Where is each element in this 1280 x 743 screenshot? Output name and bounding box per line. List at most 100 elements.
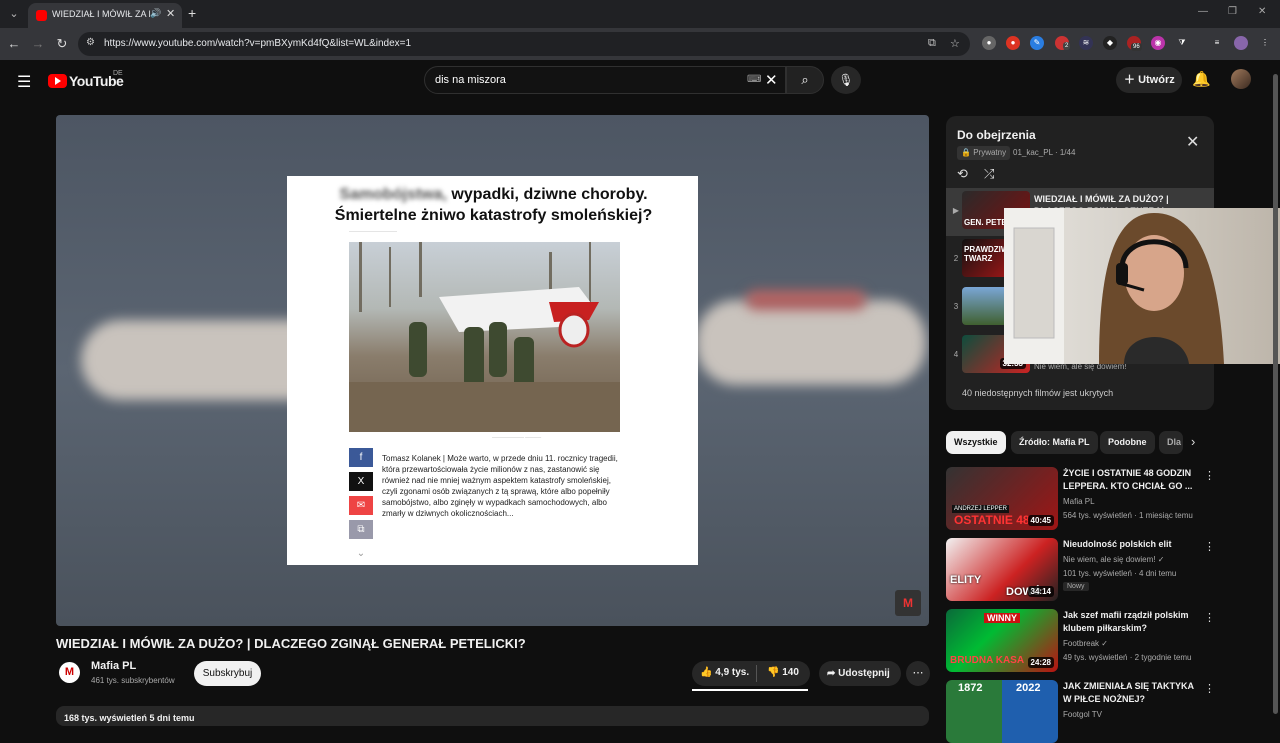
extensions-puzzle-icon[interactable]: ⧩ xyxy=(1175,36,1189,50)
extension-1-icon[interactable]: ● xyxy=(982,36,996,50)
recommendation-thumbnail: ELITY DOWÓ 34:14 xyxy=(946,538,1058,601)
recommendation-channel[interactable]: Footgol TV xyxy=(1063,710,1102,719)
duration: 40:45 xyxy=(1027,515,1054,526)
description-box[interactable]: 168 tys. wyświetleń 5 dni temu xyxy=(56,706,929,726)
channel-avatar[interactable]: M xyxy=(59,662,80,683)
lock-icon: 🔒 xyxy=(961,148,971,157)
extension-8-icon[interactable]: ◉ xyxy=(1151,36,1165,50)
chevron-right-icon[interactable]: › xyxy=(1191,434,1195,449)
new-badge: Nowy xyxy=(1063,582,1089,591)
voice-search-button[interactable]: 🎙 xyxy=(831,66,861,94)
crash-scene-image xyxy=(349,242,620,432)
search-input[interactable]: dis na miszora ⌨ ✕ xyxy=(424,66,786,94)
bookmark-star-icon[interactable]: ☆ xyxy=(950,37,960,50)
minimize-icon[interactable]: — xyxy=(1198,6,1208,17)
recommendation-item[interactable]: ANDRZEJ LEPPER OSTATNIE 48 40:45 ŻYCIE I… xyxy=(946,467,1215,533)
browser-menu-icon[interactable]: ⋮ xyxy=(1258,36,1272,50)
x-share-icon[interactable]: X xyxy=(349,472,373,491)
extension-3-icon[interactable]: ✎ xyxy=(1030,36,1044,50)
youtube-play-icon xyxy=(48,73,67,88)
dislike-button[interactable]: 👎 140 xyxy=(767,667,799,678)
address-bar[interactable]: ⚙ https://www.youtube.com/watch?v=pmBXym… xyxy=(78,32,970,56)
playlist-close-icon[interactable]: ✕ xyxy=(1186,132,1199,152)
chip-related[interactable]: Podobne xyxy=(1100,431,1155,454)
channel-watermark[interactable]: M xyxy=(895,590,921,616)
recommendation-channel[interactable]: Nie wiem, ale się dowiem! ✓ xyxy=(1063,555,1164,564)
recommendation-item[interactable]: ELITY DOWÓ 34:14 Nieudolność polskich el… xyxy=(946,538,1215,604)
notifications-bell-icon[interactable]: 🔔 xyxy=(1192,70,1211,88)
install-app-icon[interactable]: ⧉ xyxy=(928,37,936,50)
page-scrollbar[interactable] xyxy=(1272,60,1278,720)
like-progress xyxy=(692,689,808,691)
back-icon[interactable]: ← xyxy=(6,36,22,51)
subscribe-button[interactable]: Subskrybuj xyxy=(194,661,261,686)
article-screenshot: Samobójstwa, wypadki, dziwne choroby. Śm… xyxy=(287,176,698,565)
email-share-icon[interactable]: ✉ xyxy=(349,496,373,515)
create-button[interactable]: ＋ Utwórz xyxy=(1116,67,1182,93)
like-button[interactable]: 👍 4,9 tys. xyxy=(700,667,749,678)
scrollbar-thumb[interactable] xyxy=(1273,74,1278,714)
chip-all[interactable]: Wszystkie xyxy=(946,431,1006,454)
window-close-icon[interactable]: ✕ xyxy=(1258,6,1266,17)
recommendation-item[interactable]: WINNY BRUDNA KASA 24:28 Jak szef mafii r… xyxy=(946,609,1215,675)
recommendation-thumbnail: WINNY BRUDNA KASA 24:28 xyxy=(946,609,1058,672)
more-vert-icon[interactable]: ⋮ xyxy=(1204,682,1215,695)
tab-search-icon[interactable]: ⌄ xyxy=(6,6,22,22)
thumbs-up-icon: 👍 xyxy=(700,667,713,678)
more-share-icon[interactable]: ⌄ xyxy=(349,544,373,563)
search-icon: ⌕ xyxy=(801,72,809,87)
more-actions-button[interactable]: ⋯ xyxy=(906,661,930,686)
recommendation-channel[interactable]: Footbreak ✓ xyxy=(1063,639,1108,648)
browser-toolbar: ← → ↻ ⚙ https://www.youtube.com/watch?v=… xyxy=(0,28,1280,60)
tab-close-icon[interactable]: ✕ xyxy=(166,7,175,20)
browser-tab[interactable]: WIEDZIAŁ I MÓWIŁ ZA DUŻO 🔊 ✕ xyxy=(28,3,182,28)
recommendation-item[interactable]: 1872 2022 JAK ZMIENIAŁA SIĘ TAKTYKA W PI… xyxy=(946,680,1215,743)
microphone-icon: 🎙 xyxy=(838,73,854,87)
extension-4-icon[interactable]: 2 xyxy=(1055,36,1071,50)
url-text[interactable]: https://www.youtube.com/watch?v=pmBXymKd… xyxy=(104,38,411,49)
recommendation-channel[interactable]: Mafia PL xyxy=(1063,497,1095,506)
more-vert-icon[interactable]: ⋮ xyxy=(1204,611,1215,624)
loop-icon[interactable]: ⟲ xyxy=(957,166,968,182)
playlist-item-index: 3 xyxy=(953,302,959,311)
new-tab-icon[interactable]: + xyxy=(188,5,196,21)
restore-icon[interactable]: ❐ xyxy=(1228,6,1237,17)
share-buttons: f X ✉ ⧉ ⌄ xyxy=(349,448,373,568)
more-vert-icon[interactable]: ⋮ xyxy=(1204,469,1215,482)
speaker-icon[interactable]: 🔊 xyxy=(150,8,161,19)
site-info-icon[interactable]: ⚙ xyxy=(86,37,95,48)
search-button[interactable]: ⌕ xyxy=(786,66,824,94)
forward-icon[interactable]: → xyxy=(30,36,46,51)
hidden-videos-note: 40 niedostępnych filmów jest ukrytych xyxy=(962,388,1114,398)
reading-list-icon[interactable]: ≡ xyxy=(1210,36,1224,50)
share-button[interactable]: ➦ Udostępnij xyxy=(819,661,901,686)
duration: 24:28 xyxy=(1027,657,1054,668)
extension-2-icon[interactable]: ● xyxy=(1006,36,1020,50)
keyboard-icon[interactable]: ⌨ xyxy=(747,74,761,85)
reload-icon[interactable]: ↻ xyxy=(54,36,70,52)
playlist-title[interactable]: Do obejrzenia xyxy=(957,128,1036,142)
blurred-plane-right xyxy=(696,300,926,385)
recommendation-meta: 49 tys. wyświetleń · 2 tygodnie temu xyxy=(1063,653,1192,662)
account-avatar[interactable] xyxy=(1231,69,1251,89)
extension-7-icon[interactable]: 96 xyxy=(1127,36,1142,51)
clear-search-icon[interactable]: ✕ xyxy=(765,71,778,89)
video-player[interactable]: Samobójstwa, wypadki, dziwne choroby. Śm… xyxy=(56,115,929,626)
thumbs-down-icon: 👎 xyxy=(767,667,780,678)
search-query[interactable]: dis na miszora xyxy=(435,74,506,86)
chip-for-you[interactable]: Dla xyxy=(1159,431,1183,454)
playlist-owner[interactable]: 01_kac_PL · 1/44 xyxy=(1013,148,1075,157)
shuffle-icon[interactable]: ⤮ xyxy=(984,166,994,182)
extension-6-icon[interactable]: ◆ xyxy=(1103,36,1117,50)
extension-5-icon[interactable]: ≋ xyxy=(1079,36,1093,50)
channel-name[interactable]: Mafia PL xyxy=(91,660,136,672)
profile-icon[interactable] xyxy=(1234,36,1248,50)
more-vert-icon[interactable]: ⋮ xyxy=(1204,540,1215,553)
privacy-badge: 🔒 Prywatny xyxy=(957,146,1011,160)
youtube-header: ☰ YouTube DE dis na miszora ⌨ ✕ ⌕ 🎙 ＋ Ut… xyxy=(0,60,1280,100)
copy-link-icon[interactable]: ⧉ xyxy=(349,520,373,539)
chip-source[interactable]: Źródło: Mafia PL xyxy=(1011,431,1098,454)
facebook-share-icon[interactable]: f xyxy=(349,448,373,467)
menu-icon[interactable]: ☰ xyxy=(17,72,31,92)
subscriber-count: 461 tys. subskrybentów xyxy=(91,676,175,685)
